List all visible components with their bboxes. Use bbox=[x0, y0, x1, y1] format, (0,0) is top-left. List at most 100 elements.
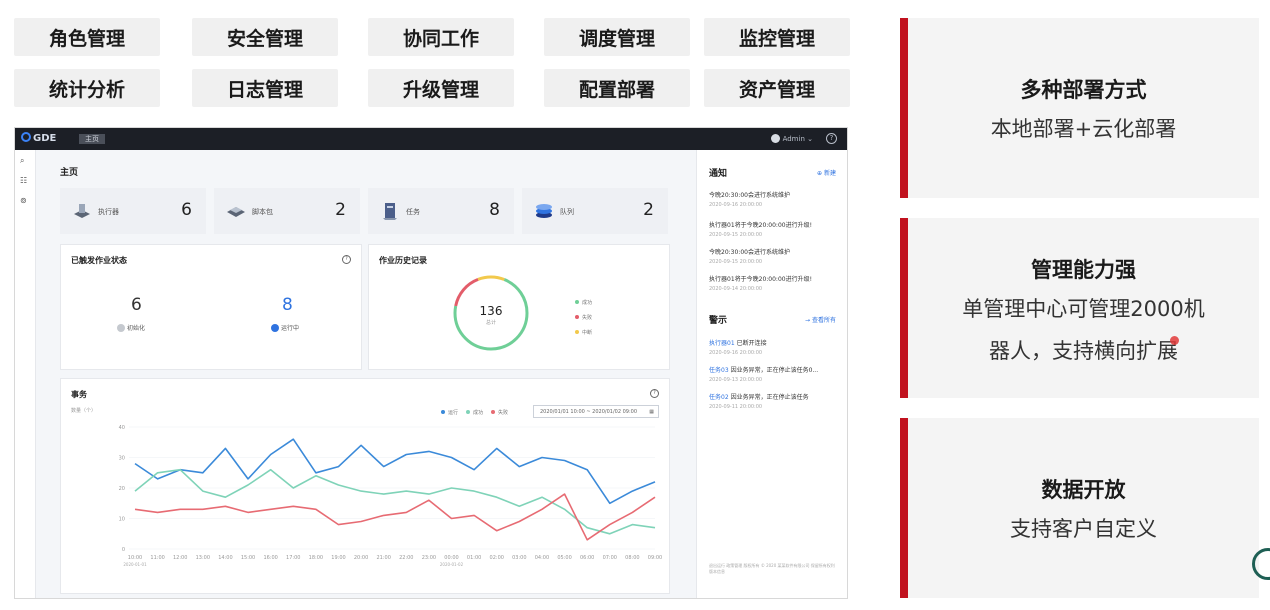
stat-value: 2 bbox=[335, 200, 346, 220]
feature-config-deploy: 配置部署 bbox=[544, 69, 690, 107]
x-tick-label: 20:00 bbox=[354, 555, 368, 561]
stat-value: 8 bbox=[489, 200, 500, 220]
x-tick-label: 08:00 bbox=[625, 555, 639, 561]
notice-date: 2020-09-14 20:00:00 bbox=[709, 286, 763, 292]
x-tick-label: 17:00 bbox=[286, 555, 300, 561]
notices-title: 通知 bbox=[709, 169, 728, 179]
x-tick-label: 12:00 bbox=[173, 555, 187, 561]
alert-key[interactable]: 任务03 bbox=[709, 367, 729, 374]
feature-role-management: 角色管理 bbox=[14, 18, 160, 56]
notice-item[interactable]: 今晚20:30:00会进行系统维护 2020-09-16 20:00:00 bbox=[709, 190, 835, 208]
alert-key[interactable]: 执行器01 bbox=[709, 340, 735, 347]
logo-icon bbox=[21, 132, 31, 142]
y-tick-label: 30 bbox=[119, 456, 125, 462]
stat-card-task[interactable]: 任务 8 bbox=[368, 188, 514, 234]
job-status-title: 已触发作业状态 bbox=[71, 256, 127, 265]
job-history-panel: 作业历史记录 136 总计 成功 失败 中断 bbox=[368, 244, 670, 370]
notice-text: 今晚20:30:00会进行系统维护 bbox=[709, 249, 790, 256]
x-tick-label: 04:00 bbox=[535, 555, 549, 561]
notice-item[interactable]: 执行器01将于今晚20:00:00进行升级! 2020-09-15 20:00:0… bbox=[709, 220, 835, 238]
x-tick-label: 02:00 bbox=[490, 555, 504, 561]
running-text: 运行中 bbox=[281, 325, 300, 332]
add-icon: ⊕ bbox=[817, 170, 823, 177]
new-notice-link[interactable]: ⊕ 新建 bbox=[817, 168, 836, 177]
avatar bbox=[770, 134, 780, 143]
help-icon[interactable]: ? bbox=[342, 255, 351, 264]
alert-item[interactable]: 执行器01 已断开连接 2020-09-16 20:00:00 bbox=[709, 338, 835, 356]
x-tick-label: 00:00 bbox=[444, 555, 458, 561]
alert-key[interactable]: 任务02 bbox=[709, 394, 729, 401]
running-label: 运行中 bbox=[271, 323, 299, 332]
feature-asset-management: 资产管理 bbox=[704, 69, 850, 107]
notice-date: 2020-09-15 20:00:00 bbox=[709, 259, 763, 265]
x-tick-label: 16:00 bbox=[263, 555, 277, 561]
series-line-成功 bbox=[134, 468, 656, 535]
feature-card-title: 多种部署方式 bbox=[1020, 78, 1147, 102]
sidebar: ⌕ ☷ ⊚ bbox=[15, 150, 36, 598]
legend-running-dot bbox=[441, 410, 445, 414]
tasks-icon[interactable]: ☷ bbox=[20, 176, 27, 185]
help-icon[interactable]: ? bbox=[826, 133, 837, 144]
legend-interrupted-dot bbox=[575, 330, 579, 334]
x-tick-label: 09:00 bbox=[648, 555, 662, 561]
notice-text: 今晚20:30:00会进行系统维护 bbox=[709, 192, 790, 199]
x-tick-label: 19:00 bbox=[331, 555, 345, 561]
alert-text: 执行器01 已断开连接 bbox=[709, 338, 835, 347]
x-tick-label: 07:00 bbox=[603, 555, 617, 561]
notice-text: 执行器01将于今晚20:00:00进行升级! bbox=[709, 276, 812, 283]
x-date-label: 2020-01-01 bbox=[123, 562, 147, 567]
running-count: 8 bbox=[282, 295, 293, 315]
initialized-count: 6 bbox=[131, 295, 142, 315]
stat-card-script-package[interactable]: 脚本包 2 bbox=[214, 188, 360, 234]
initialized-dot bbox=[117, 324, 125, 332]
y-tick-label: 40 bbox=[119, 425, 125, 431]
alert-item[interactable]: 任务03 因业务异常，正在停止该任务0... 2020-09-13 20:00:0… bbox=[709, 365, 835, 383]
notice-item[interactable]: 今晚20:30:00会进行系统维护 2020-09-15 20:00:00 bbox=[709, 247, 835, 265]
feature-card-title: 管理能力强 bbox=[1031, 258, 1136, 282]
legend-failed-dot bbox=[575, 315, 579, 319]
x-tick-label: 13:00 bbox=[196, 555, 210, 561]
view-all-text: 查看所有 bbox=[811, 317, 836, 324]
feature-card-data-open: 数据开放 支持客户自定义 bbox=[900, 418, 1259, 598]
tab-home[interactable]: 主页 bbox=[79, 134, 105, 144]
app-logo[interactable]: GDE bbox=[21, 132, 56, 144]
stat-card-executor[interactable]: 执行器 6 bbox=[60, 188, 206, 234]
alert-text: 任务03 因业务异常，正在停止该任务0... bbox=[709, 365, 835, 374]
notice-item[interactable]: 执行器01将于今晚20:00:00进行升级! 2020-09-14 20:00:0… bbox=[709, 274, 835, 292]
help-icon[interactable]: ? bbox=[650, 389, 659, 398]
view-all-alerts-link[interactable]: → 查看所有 bbox=[805, 315, 836, 324]
job-history-title: 作业历史记录 bbox=[379, 256, 427, 265]
notice-date: 2020-09-16 20:00:00 bbox=[709, 202, 763, 208]
series-line-失败 bbox=[134, 493, 656, 541]
legend-success: 成功 bbox=[575, 299, 592, 306]
feature-upgrade-management: 升级管理 bbox=[368, 69, 514, 107]
arrow-right-icon: → bbox=[805, 317, 811, 324]
initialized-text: 初始化 bbox=[127, 325, 146, 332]
main-area: 主页 执行器 6 脚本包 2 任务 8 队列 2 已触发作业状态 ? 6 初始化… bbox=[36, 150, 696, 598]
app-screenshot: GDE 主页 Admin ⌄ ? ⌕ ☷ ⊚ 主页 执行器 6 脚本包 2 任务… bbox=[14, 127, 848, 599]
stat-label: 任务 bbox=[406, 208, 420, 216]
affairs-panel: 事务 ? 数量（个） 运行 成功 失败 2020/01/01 10:00 ~ 2… bbox=[60, 378, 670, 594]
feature-statistics: 统计分析 bbox=[14, 69, 160, 107]
alert-date: 2020-09-16 20:00:00 bbox=[709, 350, 763, 356]
stat-card-queue[interactable]: 队列 2 bbox=[522, 188, 668, 234]
settings-icon[interactable]: ⊚ bbox=[20, 196, 27, 205]
x-tick-label: 10:00 bbox=[128, 555, 142, 561]
script-package-icon bbox=[227, 207, 245, 217]
user-menu[interactable]: Admin ⌄ bbox=[770, 134, 813, 143]
x-date-label: 2020-01-02 bbox=[440, 562, 464, 567]
cursor-pointer-icon bbox=[1170, 336, 1179, 345]
feature-collaboration: 协同工作 bbox=[368, 18, 514, 56]
legend-failed: 失败 bbox=[575, 314, 592, 321]
notice-date: 2020-09-15 20:00:00 bbox=[709, 232, 763, 238]
x-tick-label: 14:00 bbox=[218, 555, 232, 561]
feature-card-desc: 器人，支持横向扩展 bbox=[989, 339, 1178, 363]
search-icon[interactable]: ⌕ bbox=[20, 156, 24, 166]
chevron-down-icon: ⌄ bbox=[807, 135, 813, 143]
notice-text: 执行器01将于今晚20:00:00进行升级! bbox=[709, 222, 812, 229]
affairs-title: 事务 bbox=[71, 390, 87, 399]
y-tick-label: 0 bbox=[122, 547, 125, 553]
feature-card-deployment: 多种部署方式 本地部署+云化部署 bbox=[900, 18, 1259, 198]
alert-item[interactable]: 任务02 因业务异常，正在停止该任务 2020-09-11 20:00:00 bbox=[709, 392, 835, 410]
x-tick-label: 11:00 bbox=[150, 555, 164, 561]
